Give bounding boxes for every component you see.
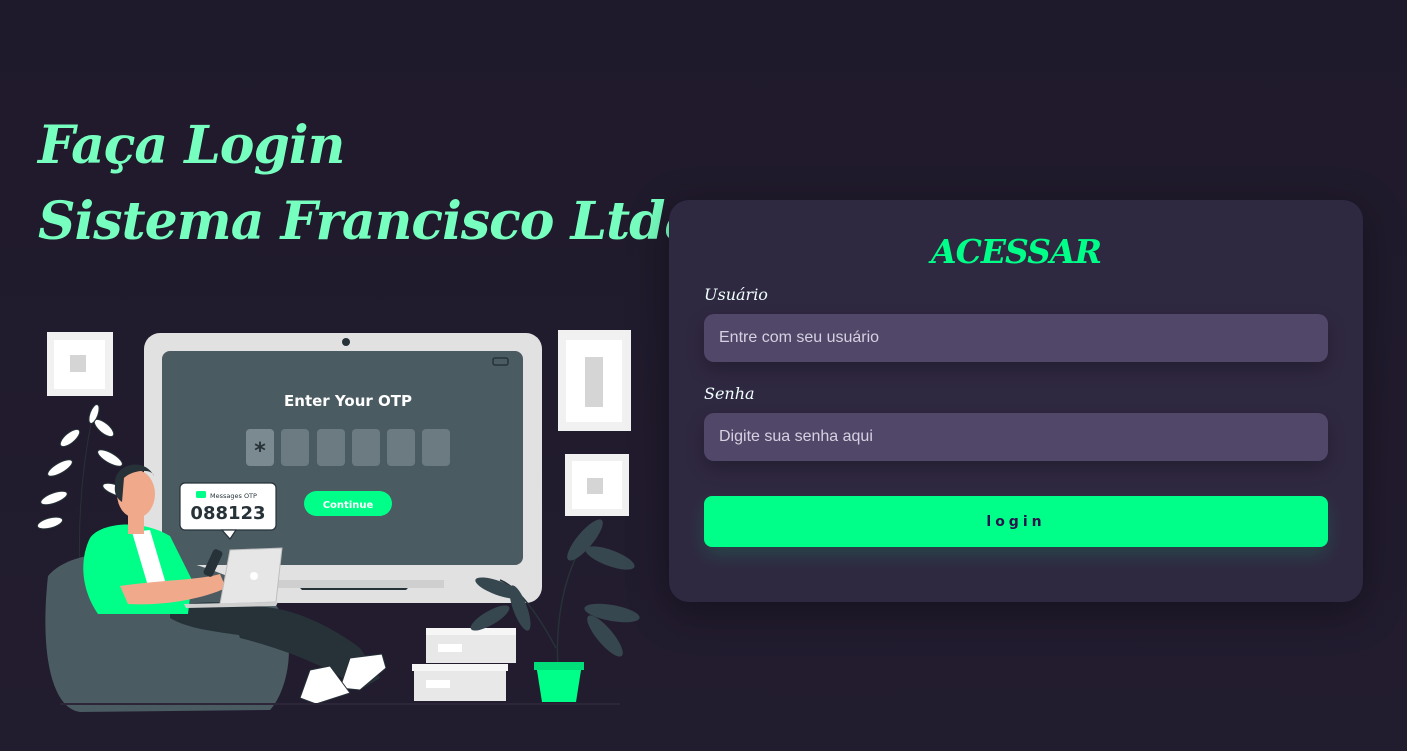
login-button[interactable]: login xyxy=(704,496,1328,547)
hero-line-2: Sistema Francisco Ltda xyxy=(38,191,698,252)
message-code: 088123 xyxy=(190,503,265,524)
message-title: Messages OTP xyxy=(210,492,257,500)
hero-line-1: Faça Login xyxy=(38,115,345,176)
username-input[interactable] xyxy=(704,314,1328,362)
continue-label: Continue xyxy=(323,500,374,511)
password-label: Senha xyxy=(704,384,755,403)
login-title: ACESSAR xyxy=(931,232,1102,271)
login-page: Faça Login Sistema Francisco Ltda Enter … xyxy=(0,0,1407,751)
username-label: Usuário xyxy=(704,285,768,304)
wall-frame-left xyxy=(47,332,113,396)
login-card: ACESSAR Usuário Senha login xyxy=(669,200,1363,602)
otp-first-digit: * xyxy=(254,439,266,464)
monitor xyxy=(144,333,542,603)
wall-frame-right-small xyxy=(565,454,629,516)
password-input[interactable] xyxy=(704,413,1328,461)
hero-headline: Faça Login Sistema Francisco Ltda xyxy=(38,108,698,260)
storage-boxes xyxy=(412,628,516,701)
wall-frame-right-tall xyxy=(558,330,631,431)
otp-illustration: Enter Your OTP * Continue Messages OTP 0… xyxy=(36,330,640,712)
otp-title: Enter Your OTP xyxy=(284,392,412,410)
